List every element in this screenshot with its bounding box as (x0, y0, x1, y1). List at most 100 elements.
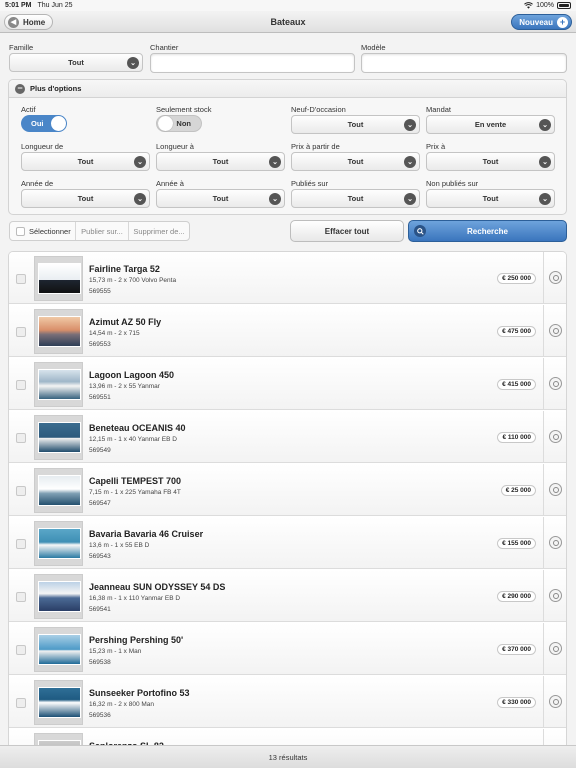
boat-row[interactable]: Jeanneau SUN ODYSSEY 54 DS 16,38 m - 1 x … (9, 570, 566, 622)
annee-de-value: Tout (77, 194, 94, 203)
famille-value: Tout (68, 58, 84, 67)
annee-de-select[interactable]: Tout ⌄ (21, 189, 150, 208)
status-time: 5:01 PM (5, 2, 32, 9)
battery-percent: 100% (536, 2, 554, 9)
detail-disclosure-icon[interactable] (549, 377, 562, 390)
modele-label: Modèle (361, 43, 386, 52)
boat-reference: 569555 (89, 288, 111, 295)
boat-name: Fairline Targa 52 (89, 264, 160, 274)
boat-photo (38, 687, 81, 718)
price-badge: € 415 000 (497, 379, 536, 390)
neuf-value: Tout (347, 120, 364, 129)
mandat-select[interactable]: En vente ⌄ (426, 115, 555, 134)
famille-select[interactable]: Tout ⌄ (9, 53, 143, 72)
boat-row[interactable]: Azimut AZ 50 Fly 14,54 m - 2 x 715 569553 €… (9, 305, 566, 357)
boat-row[interactable]: Pershing Pershing 50' 15,23 m - 1 x Man 56… (9, 623, 566, 675)
boat-thumbnail (34, 680, 83, 725)
selection-segmented-control: Sélectionner Publier sur... Supprimer de… (9, 221, 190, 241)
chevron-down-icon: ⌄ (404, 119, 416, 131)
row-checkbox[interactable] (16, 698, 26, 708)
row-divider (543, 729, 544, 745)
detail-disclosure-icon[interactable] (549, 536, 562, 549)
boat-row[interactable]: Lagoon Lagoon 450 13,96 m - 2 x 55 Yanmar… (9, 358, 566, 410)
chevron-down-icon: ⌄ (269, 193, 281, 205)
stock-toggle[interactable]: Non (156, 115, 202, 132)
detail-disclosure-icon[interactable] (549, 324, 562, 337)
actif-toggle[interactable]: Oui (21, 115, 67, 132)
search-button-label: Recherche (467, 226, 508, 236)
prix-de-value: Tout (347, 157, 364, 166)
prix-a-select[interactable]: Tout ⌄ (426, 152, 555, 171)
boat-thumbnail (34, 521, 83, 566)
price-badge: € 110 000 (497, 432, 536, 443)
famille-label: Famille (9, 43, 34, 52)
boat-description: 15,73 m - 2 x 700 Volvo Penta (89, 277, 177, 284)
row-checkbox[interactable] (16, 645, 26, 655)
boat-row[interactable]: Capelli TEMPEST 700 7,15 m - 1 x 225 Yama… (9, 464, 566, 516)
detail-disclosure-icon[interactable] (549, 430, 562, 443)
clear-all-button[interactable]: Effacer tout (290, 220, 404, 242)
row-divider (543, 517, 544, 568)
chevron-down-icon: ⌄ (404, 156, 416, 168)
home-button[interactable]: ◀ Home (4, 14, 54, 30)
boat-list: Fairline Targa 52 15,73 m - 2 x 700 Volvo… (8, 251, 567, 745)
mandat-value: En vente (474, 120, 507, 129)
longueur-de-value: Tout (77, 157, 94, 166)
search-button[interactable]: Recherche (408, 220, 567, 242)
back-arrow-icon: ◀ (8, 16, 19, 28)
disclosure-dot (552, 645, 559, 652)
page-title: Bateaux (270, 16, 306, 27)
row-divider (543, 623, 544, 674)
row-checkbox[interactable] (16, 433, 26, 443)
longueur-a-select[interactable]: Tout ⌄ (156, 152, 285, 171)
prix-de-select[interactable]: Tout ⌄ (291, 152, 420, 171)
detail-disclosure-icon[interactable] (549, 695, 562, 708)
price-badge: € 370 000 (497, 644, 536, 655)
checkbox-icon (16, 226, 25, 236)
results-count: 13 résultats (268, 752, 308, 762)
modele-input[interactable] (361, 53, 567, 73)
delete-button[interactable]: Supprimer de... (129, 222, 189, 240)
more-options-title: Plus d'options (30, 84, 82, 93)
status-right: 100% (524, 2, 571, 9)
row-divider (543, 411, 544, 462)
row-checkbox[interactable] (16, 539, 26, 549)
annee-a-select[interactable]: Tout ⌄ (156, 189, 285, 208)
boat-description: 7,15 m - 1 x 225 Yamaha FB 4T (89, 489, 181, 496)
select-button[interactable]: Sélectionner (10, 222, 76, 240)
boat-row[interactable]: Bavaria Bavaria 46 Cruiser 13,6 m - 1 x 5… (9, 517, 566, 569)
boat-row[interactable]: Sanlorenzo SL 82 (9, 729, 566, 745)
non-publies-label: Non publiés sur (426, 179, 479, 188)
row-checkbox[interactable] (16, 274, 26, 284)
longueur-de-select[interactable]: Tout ⌄ (21, 152, 150, 171)
price-badge: € 155 000 (497, 538, 536, 549)
row-checkbox[interactable] (16, 592, 26, 602)
row-checkbox[interactable] (16, 486, 26, 496)
boat-row[interactable]: Sunseeker Portofino 53 16,32 m - 2 x 800 … (9, 676, 566, 728)
chantier-input[interactable] (150, 53, 355, 73)
boat-row[interactable]: Beneteau OCEANIS 40 12,15 m - 1 x 40 Yanm… (9, 411, 566, 463)
navigation-bar: ◀ Home Bateaux Nouveau + (0, 11, 576, 33)
detail-disclosure-icon[interactable] (549, 271, 562, 284)
row-divider (543, 570, 544, 621)
disclosure-dot (552, 274, 559, 281)
actif-toggle-value: Oui (31, 119, 44, 128)
detail-disclosure-icon[interactable] (549, 642, 562, 655)
longueur-a-value: Tout (212, 157, 229, 166)
row-checkbox[interactable] (16, 327, 26, 337)
more-options-panel: − Plus d'options Actif Oui Seulement sto… (8, 79, 567, 215)
new-boat-button[interactable]: Nouveau + (511, 14, 572, 30)
neuf-select[interactable]: Tout ⌄ (291, 115, 420, 134)
boat-name: Lagoon Lagoon 450 (89, 370, 175, 380)
publish-button[interactable]: Publier sur... (76, 222, 129, 240)
row-checkbox[interactable] (16, 380, 26, 390)
publies-select[interactable]: Tout ⌄ (291, 189, 420, 208)
more-options-header[interactable]: − Plus d'options (9, 80, 566, 98)
boat-row[interactable]: Fairline Targa 52 15,73 m - 2 x 700 Volvo… (9, 252, 566, 304)
detail-disclosure-icon[interactable] (549, 589, 562, 602)
toggle-knob (51, 116, 66, 131)
detail-disclosure-icon[interactable] (549, 483, 562, 496)
non-publies-select[interactable]: Tout ⌄ (426, 189, 555, 208)
price-badge: € 25 000 (500, 485, 536, 496)
new-boat-button-label: Nouveau (519, 17, 553, 27)
